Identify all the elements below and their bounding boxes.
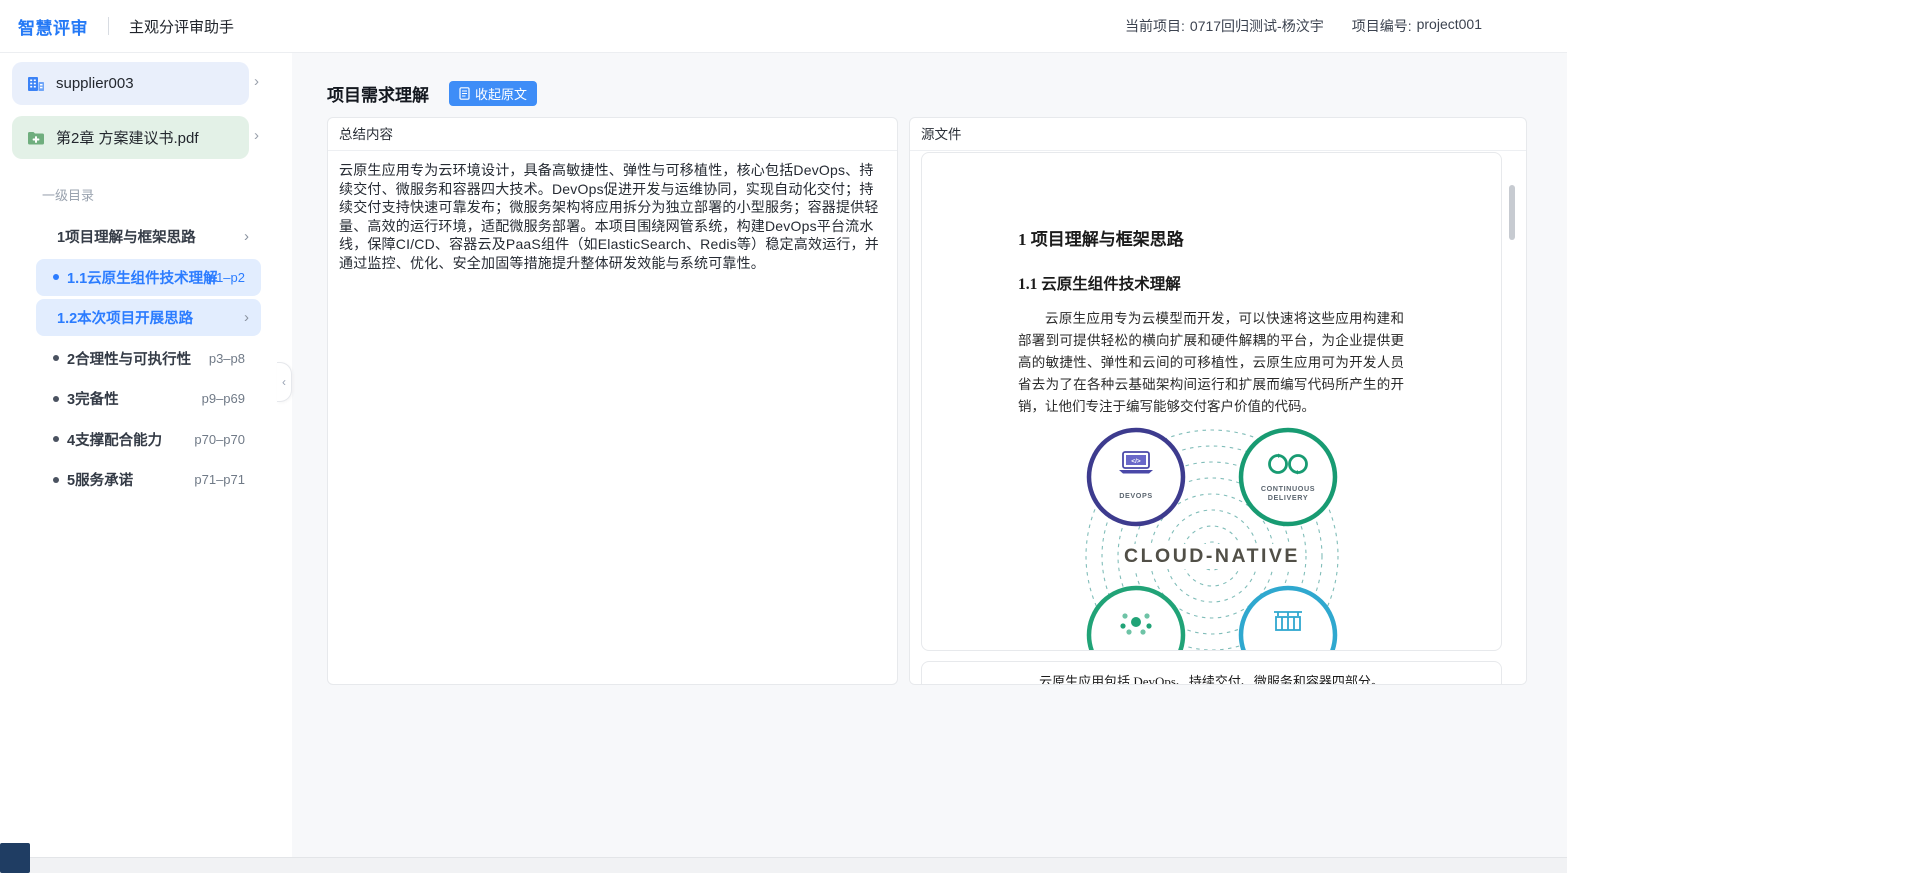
doc-heading-1-1: 1.1 云原生组件技术理解 — [922, 250, 1501, 294]
svg-text:DELIVERY: DELIVERY — [1267, 493, 1307, 502]
directory-label: 一级目录 — [42, 185, 292, 204]
document-name: 第2章 方案建议书.pdf — [56, 127, 199, 148]
tree-item-label: 5服务承诺 — [67, 469, 133, 490]
microservices-node: MICROSERVICES — [1089, 588, 1183, 651]
page-range: p1–p2 — [209, 270, 245, 285]
main-content: 项目需求理解 收起原文 总结内容 云原生应用专为云环境设计，具备高敏捷性、弹性与… — [292, 53, 1567, 857]
chevron-right-icon: › — [244, 309, 249, 326]
svg-text:DEVOPS: DEVOPS — [1119, 491, 1153, 500]
floating-widget-button[interactable] — [0, 843, 30, 873]
tree-item-5[interactable]: 5服务承诺 p71–p71 — [36, 461, 261, 498]
project-code-label: 项目编号: — [1352, 16, 1412, 36]
bullet-dot-icon — [53, 396, 59, 402]
building-icon — [26, 74, 46, 94]
horizontal-scrollbar[interactable] — [0, 857, 1567, 873]
laptop-icon: </> — [1119, 452, 1153, 474]
summary-panel-header: 总结内容 — [328, 118, 897, 151]
header-divider — [108, 17, 109, 35]
pdf-page-1: 1 项目理解与框架思路 1.1 云原生组件技术理解 云原生应用专为云模型而开发，… — [921, 152, 1502, 651]
chevron-right-icon: › — [254, 127, 259, 145]
top-header: 智慧评审 主观分评审助手 当前项目: 0717回归测试-杨汶宇 项目编号: pr… — [0, 0, 1567, 53]
page-range: p3–p8 — [209, 351, 245, 366]
tree-item-label: 4支撑配合能力 — [67, 429, 162, 450]
tree-item-1-2[interactable]: 1.2本次项目开展思路 › — [36, 299, 261, 336]
cloud-native-label: CLOUD-NATIVE — [1124, 545, 1300, 567]
current-project-label: 当前项目: — [1125, 16, 1185, 36]
document-row: 第2章 方案建议书.pdf › — [0, 116, 292, 159]
tree-item-4[interactable]: 4支撑配合能力 p70–p70 — [36, 421, 261, 458]
cloud-native-diagram: </> DEVOPS — [1062, 424, 1362, 651]
current-project-value: 0717回归测试-杨汶宇 — [1190, 16, 1324, 36]
pdf-viewer[interactable]: 1 项目理解与框架思路 1.1 云原生组件技术理解 云原生应用专为云模型而开发，… — [910, 152, 1526, 684]
sidebar-collapse-handle[interactable]: ‹ — [277, 362, 292, 402]
source-panel-header: 源文件 — [910, 118, 1526, 151]
devops-node: </> DEVOPS — [1089, 430, 1183, 524]
pdf-page-2: 云原生应用包括 DevOps、持续交付、微服务和容器四部分。 — [921, 661, 1502, 684]
collapse-source-label: 收起原文 — [475, 84, 527, 103]
page-range: p71–p71 — [194, 472, 245, 487]
chapter-tree: 1项目理解与框架思路 › 1.1云原生组件技术理解 p1–p2 1.2本次项目开… — [0, 218, 292, 498]
supplier-name: supplier003 — [56, 75, 134, 92]
bullet-dot-icon — [53, 274, 59, 280]
supplier-item[interactable]: supplier003 — [12, 62, 249, 105]
folder-plus-icon — [26, 128, 46, 148]
tree-item-2[interactable]: 2合理性与可执行性 p3–p8 — [36, 340, 261, 377]
svg-text:CONTAINERS: CONTAINERS — [1261, 648, 1314, 651]
tree-item-label: 1.2本次项目开展思路 — [57, 307, 193, 328]
current-project: 当前项目: 0717回归测试-杨汶宇 — [1125, 16, 1324, 36]
app-root: 智慧评审 主观分评审助手 当前项目: 0717回归测试-杨汶宇 项目编号: pr… — [0, 0, 1567, 873]
project-code-value: project001 — [1417, 16, 1482, 36]
document-icon — [459, 87, 470, 100]
summary-panel: 总结内容 云原生应用专为云环境设计，具备高敏捷性、弹性与可移植性，核心包括Dev… — [327, 117, 898, 685]
tree-item-label: 3完备性 — [67, 388, 119, 409]
source-scrollbar-thumb[interactable] — [1509, 185, 1515, 240]
svg-text:</>: </> — [1131, 458, 1141, 465]
chevron-right-icon: › — [254, 73, 259, 91]
tree-item-1[interactable]: 1项目理解与框架思路 › — [36, 218, 261, 255]
containers-node: CONTAINERS — [1241, 588, 1335, 651]
tree-item-3[interactable]: 3完备性 p9–p69 — [36, 380, 261, 417]
bullet-dot-icon — [53, 355, 59, 361]
title-row: 项目需求理解 收起原文 — [327, 81, 537, 106]
pdf-document-item[interactable]: 第2章 方案建议书.pdf — [12, 116, 249, 159]
svg-text:CONTINUOUS: CONTINUOUS — [1260, 484, 1314, 493]
bullet-dot-icon — [53, 436, 59, 442]
doc-heading-1: 1 项目理解与框架思路 — [922, 153, 1501, 250]
bullet-dot-icon — [53, 477, 59, 483]
source-panel: 源文件 1 项目理解与框架思路 1.1 云原生组件技术理解 云原生应用专为云模型… — [909, 117, 1527, 685]
page-range: p70–p70 — [194, 432, 245, 447]
brand-logo: 智慧评审 — [18, 14, 88, 39]
chevron-left-icon: ‹ — [282, 375, 286, 389]
tree-item-label: 1.1云原生组件技术理解 — [67, 267, 218, 288]
figure-caption: 云原生应用包括 DevOps、持续交付、微服务和容器四部分。 — [922, 662, 1501, 684]
summary-content: 云原生应用专为云环境设计，具备高敏捷性、弹性与可移植性，核心包括DevOps、持… — [328, 151, 897, 283]
tree-item-1-1[interactable]: 1.1云原生组件技术理解 p1–p2 — [36, 259, 261, 296]
tree-item-label: 2合理性与可执行性 — [67, 348, 191, 369]
app-title: 主观分评审助手 — [129, 16, 234, 37]
page-title: 项目需求理解 — [327, 81, 429, 106]
collapse-source-button[interactable]: 收起原文 — [449, 81, 537, 106]
page-range: p9–p69 — [202, 391, 245, 406]
chevron-right-icon: › — [244, 228, 249, 245]
continuous-delivery-node: CONTINUOUS DELIVERY — [1241, 430, 1335, 524]
tree-item-label: 1项目理解与框架思路 — [57, 226, 196, 247]
supplier-row: supplier003 › — [0, 62, 292, 105]
doc-paragraph: 云原生应用专为云模型而开发，可以快速将这些应用构建和部署到可提供轻松的横向扩展和… — [922, 294, 1501, 418]
project-code: 项目编号: project001 — [1352, 16, 1482, 36]
header-project-info: 当前项目: 0717回归测试-杨汶宇 项目编号: project001 — [1125, 16, 1567, 36]
sidebar: supplier003 › 第2章 方案建议书.pdf › 一级目录 1项目理解… — [0, 53, 292, 857]
